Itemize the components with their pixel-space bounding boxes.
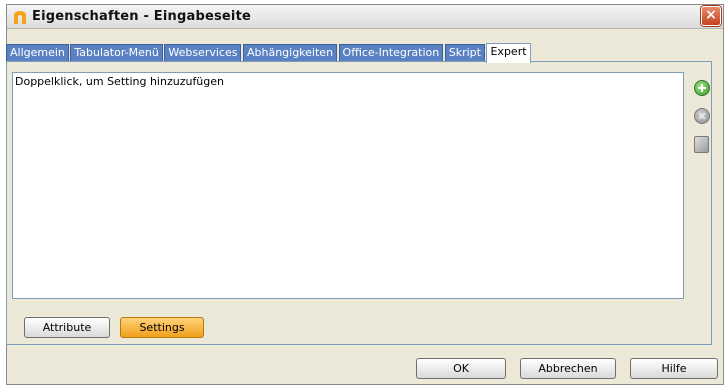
tab-skript[interactable]: Skript bbox=[444, 44, 485, 62]
settings-list[interactable]: Doppelklick, um Setting hinzuzufügen bbox=[12, 72, 684, 299]
add-setting-icon[interactable] bbox=[694, 80, 710, 96]
attribute-button[interactable]: Attribute bbox=[24, 317, 110, 338]
ok-button[interactable]: OK bbox=[416, 358, 506, 379]
page-icon[interactable] bbox=[694, 136, 709, 153]
settings-list-hint: Doppelklick, um Setting hinzuzufügen bbox=[15, 75, 225, 88]
tab-office-integration[interactable]: Office-Integration bbox=[338, 44, 444, 62]
app-logo-icon bbox=[14, 11, 26, 24]
help-button[interactable]: Hilfe bbox=[630, 358, 718, 379]
cancel-button[interactable]: Abbrechen bbox=[520, 358, 616, 379]
tab-webservices[interactable]: Webservices bbox=[164, 44, 242, 62]
window-title: Eigenschaften - Eingabeseite bbox=[32, 9, 252, 24]
tab-tabulator-menu[interactable]: Tabulator-Menü bbox=[70, 44, 163, 62]
tab-expert[interactable]: Expert bbox=[486, 43, 531, 63]
settings-button[interactable]: Settings bbox=[120, 317, 204, 338]
tab-allgemein[interactable]: Allgemein bbox=[6, 44, 69, 62]
close-button[interactable]: × bbox=[701, 6, 721, 26]
title-bar[interactable]: Eigenschaften - Eingabeseite × bbox=[7, 5, 723, 29]
remove-setting-icon[interactable] bbox=[694, 108, 710, 124]
tab-bar: Allgemein Tabulator-Menü Webservices Abh… bbox=[6, 42, 712, 63]
tab-abhaengigkeiten[interactable]: Abhängigkeiten bbox=[242, 44, 338, 62]
